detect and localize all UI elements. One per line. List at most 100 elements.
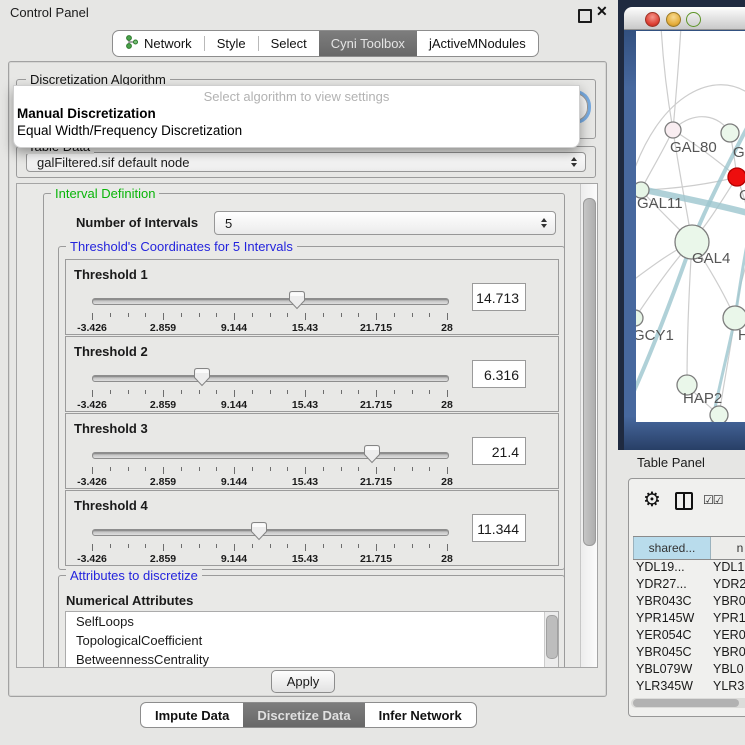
slider-thumb[interactable]: [363, 444, 381, 464]
tick-label: 15.43: [292, 399, 318, 411]
tab-impute-data[interactable]: Impute Data: [141, 703, 243, 727]
threshold-value-field[interactable]: 11.344: [472, 514, 526, 542]
tick-mark: [234, 544, 235, 551]
table-row[interactable]: YBL079WYBL0: [633, 661, 745, 678]
tab-select[interactable]: Select: [259, 31, 319, 56]
network-edge[interactable]: [673, 31, 681, 130]
control-panel: Control Panel ✕ Network Style Se: [0, 0, 613, 745]
network-node[interactable]: [710, 406, 728, 422]
tick-mark: [394, 467, 395, 471]
application-window: Control Panel ✕ Network Style Se: [0, 0, 745, 745]
gear-icon[interactable]: ⚙: [643, 487, 661, 512]
threshold-slider[interactable]: -3.4262.8599.14415.4321.71528: [92, 521, 447, 563]
network-edge[interactable]: [661, 31, 673, 130]
attributes-listbox[interactable]: SelfLoopsTopologicalCoefficientBetweenne…: [65, 611, 559, 668]
close-icon[interactable]: ✕: [596, 3, 608, 20]
main-scrollbar-thumb[interactable]: [583, 198, 596, 546]
table-row[interactable]: YDL19...YDL1: [633, 559, 745, 576]
network-edge-highlighted[interactable]: [636, 242, 692, 391]
zoom-traffic-light-icon[interactable]: [686, 12, 701, 27]
slider-track[interactable]: [92, 375, 449, 382]
slider-thumb[interactable]: [288, 290, 306, 310]
table-hscrollbar-thumb[interactable]: [633, 699, 739, 707]
tick-mark: [429, 313, 430, 317]
main-scrollbar[interactable]: [580, 184, 597, 667]
list-scrollbar-thumb[interactable]: [546, 615, 558, 659]
threshold-slider[interactable]: -3.4262.8599.14415.4321.71528: [92, 290, 447, 332]
table-data-combobox[interactable]: galFiltered.sif default node: [26, 152, 586, 172]
tab-discretize-data[interactable]: Discretize Data: [243, 703, 364, 727]
tick-label: 21.715: [360, 322, 392, 334]
threshold-value-field[interactable]: 6.316: [472, 360, 526, 388]
table-row[interactable]: YDR27...YDR2: [633, 576, 745, 593]
threshold-slider[interactable]: -3.4262.8599.14415.4321.71528: [92, 367, 447, 409]
slider-thumb[interactable]: [193, 367, 211, 387]
network-node[interactable]: [665, 122, 681, 138]
attribute-list-item[interactable]: SelfLoops: [66, 612, 558, 631]
cell-shared-name: YBL079W: [636, 662, 692, 676]
tab-style[interactable]: Style: [205, 31, 258, 56]
threshold-value-field[interactable]: 21.4: [472, 437, 526, 465]
list-scrollbar[interactable]: [544, 612, 558, 668]
column-header-name[interactable]: n: [711, 537, 745, 559]
tick-mark: [234, 313, 235, 320]
attribute-list-item[interactable]: BetweennessCentrality: [66, 650, 558, 668]
tick-mark: [128, 313, 129, 317]
network-node[interactable]: [636, 310, 643, 326]
tick-label: -3.426: [77, 399, 107, 411]
threshold-label: Threshold 3: [74, 421, 148, 436]
tick-label: 2.859: [150, 399, 176, 411]
apply-button[interactable]: Apply: [271, 670, 335, 693]
network-node[interactable]: [728, 168, 745, 186]
checkbox-icons[interactable]: ☑☑: [703, 493, 723, 507]
attribute-list-item[interactable]: TopologicalCoefficient: [66, 631, 558, 650]
network-node[interactable]: [721, 124, 739, 142]
network-edge[interactable]: [641, 130, 673, 190]
tick-mark: [234, 390, 235, 397]
tick-mark: [252, 390, 253, 394]
split-column-icon[interactable]: [675, 492, 693, 510]
slider-thumb[interactable]: [250, 521, 268, 541]
tick-mark: [181, 467, 182, 471]
popup-option-manual[interactable]: Manual Discretization: [17, 106, 156, 121]
slider-track[interactable]: [92, 452, 449, 459]
minimize-traffic-light-icon[interactable]: [666, 12, 681, 27]
tick-mark: [341, 390, 342, 394]
tick-mark: [447, 467, 448, 474]
tick-mark: [145, 467, 146, 471]
tick-mark: [199, 544, 200, 548]
tick-mark: [412, 390, 413, 394]
tab-network[interactable]: Network: [113, 31, 204, 56]
slider-track[interactable]: [92, 298, 449, 305]
num-intervals-combobox[interactable]: 5: [214, 211, 556, 235]
threshold-slider[interactable]: -3.4262.8599.14415.4321.71528: [92, 444, 447, 486]
tab-cyni-toolbox[interactable]: Cyni Toolbox: [319, 31, 417, 56]
tick-mark: [110, 467, 111, 471]
tick-mark: [92, 544, 93, 551]
slider-track[interactable]: [92, 529, 449, 536]
settings-scrollpane: Interval Definition Number of Intervals …: [16, 183, 598, 668]
close-traffic-light-icon[interactable]: [645, 12, 660, 27]
table-hscrollbar[interactable]: [631, 698, 745, 708]
network-window-titlebar[interactable]: [624, 7, 745, 30]
table-row[interactable]: YPR145WYPR1: [633, 610, 745, 627]
table-row[interactable]: YBR045CYBR0: [633, 644, 745, 661]
tick-mark: [163, 544, 164, 551]
popup-option-equal-width[interactable]: Equal Width/Frequency Discretization: [17, 123, 242, 138]
table-row[interactable]: YLR345WYLR3: [633, 678, 745, 695]
tick-mark: [412, 467, 413, 471]
tab-label: Discretize Data: [257, 708, 350, 723]
numerical-attributes-label: Numerical Attributes: [66, 593, 193, 608]
network-canvas[interactable]: GAL80GCGAL11GAL4GCY1HHAP2: [636, 31, 745, 422]
tick-label: 9.144: [221, 553, 247, 565]
float-window-icon[interactable]: [578, 9, 592, 23]
table-row[interactable]: YER054CYER0: [633, 627, 745, 644]
interval-definition-title: Interval Definition: [51, 186, 159, 201]
tab-jactivemnodules[interactable]: jActiveMNodules: [417, 31, 538, 56]
table-header-row: shared... n: [633, 536, 745, 560]
tick-label: 28: [441, 322, 453, 334]
column-header-shared[interactable]: shared...: [633, 537, 711, 559]
threshold-value-field[interactable]: 14.713: [472, 283, 526, 311]
tab-infer-network[interactable]: Infer Network: [365, 703, 476, 727]
table-row[interactable]: YBR043CYBR0: [633, 593, 745, 610]
